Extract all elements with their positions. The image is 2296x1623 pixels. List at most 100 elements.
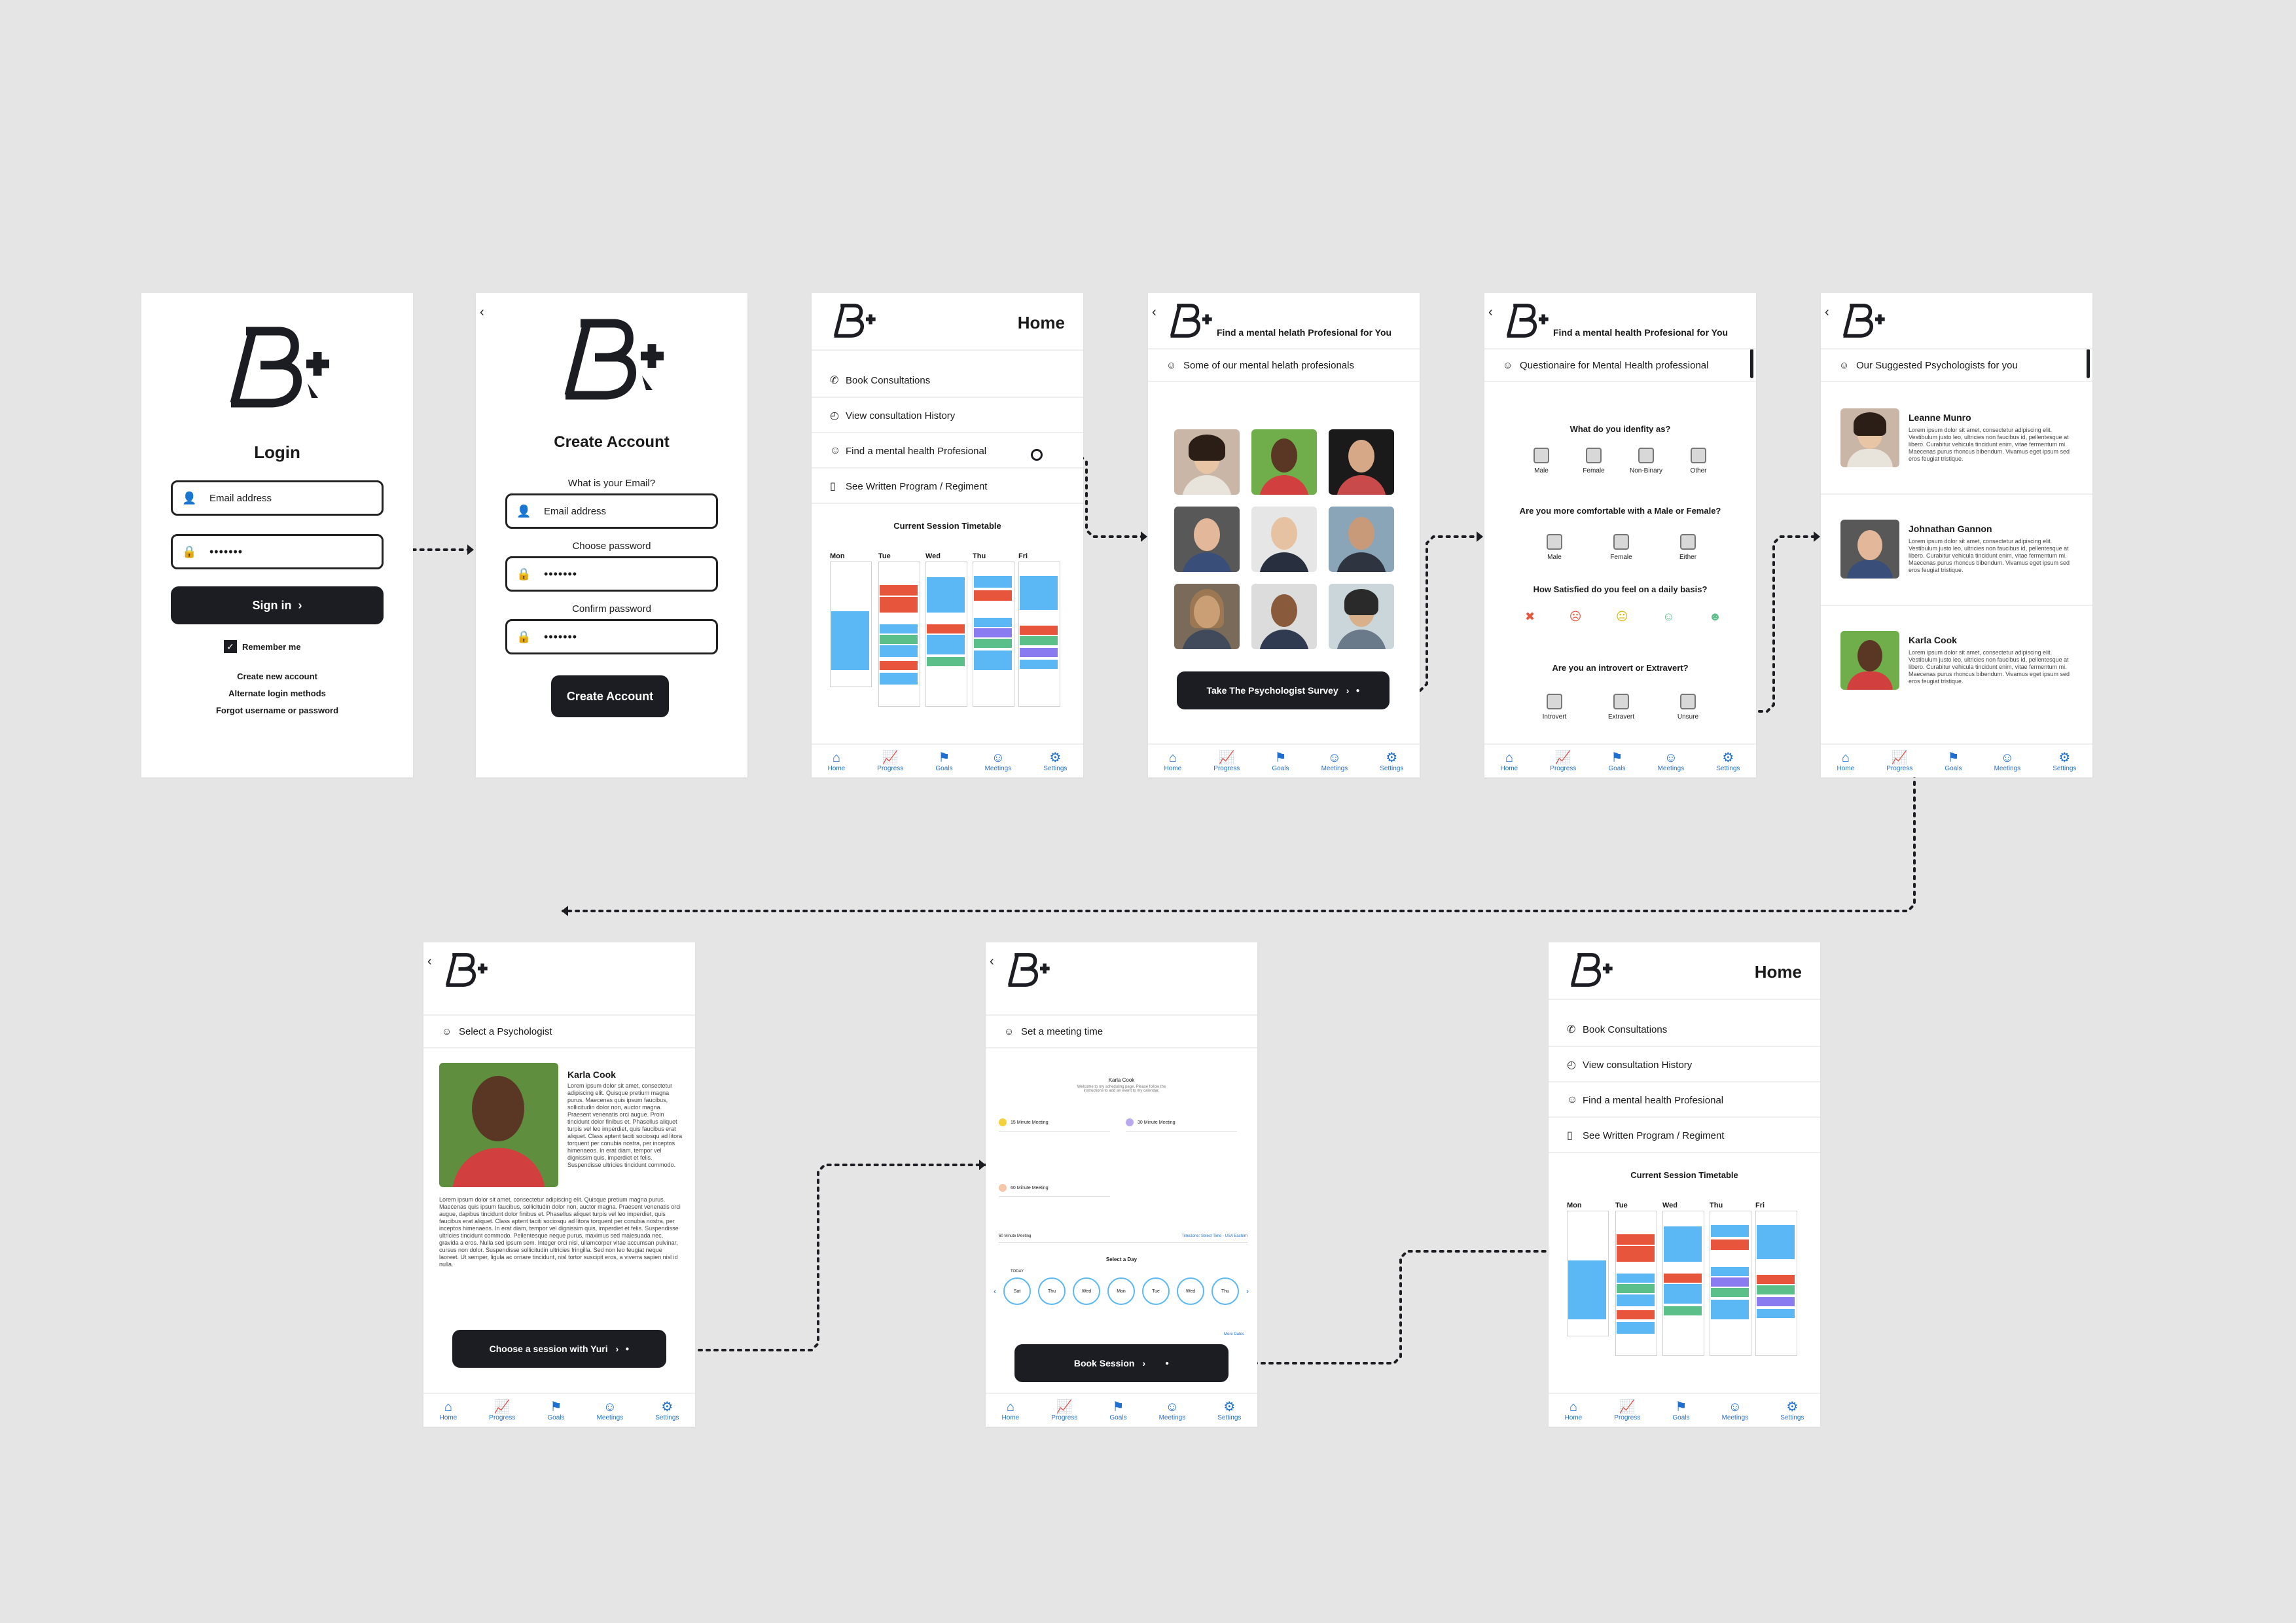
tab-home[interactable]: ⌂ Home: [1501, 751, 1518, 772]
tab-settings[interactable]: ⚙ Settings: [1380, 751, 1403, 772]
tab-goals[interactable]: ⚑ Goals: [1945, 751, 1962, 772]
more-dates-link[interactable]: More Dates: [1224, 1332, 1244, 1336]
day-chip[interactable]: Mon: [1107, 1277, 1135, 1305]
menu-written-program[interactable]: ▯ See Written Program / Regiment: [1549, 1119, 1820, 1153]
tab-settings[interactable]: ⚙ Settings: [1217, 1400, 1241, 1421]
tab-meetings[interactable]: ☺ Meetings: [985, 751, 1012, 772]
tab-home[interactable]: ⌂ Home: [1837, 751, 1855, 772]
tab-settings[interactable]: ⚙ Settings: [1043, 751, 1067, 772]
password-field[interactable]: 🔒 •••••••: [171, 534, 384, 569]
tab-settings[interactable]: ⚙ Settings: [2053, 751, 2076, 772]
menu-book-consultations[interactable]: ✆ Book Consultations: [812, 364, 1083, 398]
neutral-icon[interactable]: 😐: [1616, 610, 1628, 624]
remember-me[interactable]: ✓ Remember me: [224, 640, 301, 653]
meeting-option-15[interactable]: 15 Minute Meeting: [999, 1114, 1110, 1132]
menu-consultation-history[interactable]: ◴ View consultation History: [812, 399, 1083, 433]
tab-meetings[interactable]: ☺ Meetings: [1994, 751, 2021, 772]
book-session-button[interactable]: Book Session › ●: [1014, 1344, 1229, 1382]
back-icon[interactable]: ‹: [1825, 305, 1829, 320]
psychologist-photo[interactable]: [1251, 429, 1317, 495]
tab-settings[interactable]: ⚙ Settings: [1716, 751, 1740, 772]
psychologist-photo[interactable]: [1174, 507, 1240, 572]
tab-goals[interactable]: ⚑ Goals: [1608, 751, 1625, 772]
checkbox[interactable]: [1534, 448, 1549, 463]
menu-consultation-history[interactable]: ◴ View consultation History: [1549, 1048, 1820, 1082]
checkbox[interactable]: [1613, 694, 1629, 709]
tab-home[interactable]: ⌂ Home: [1565, 1400, 1583, 1421]
tab-settings[interactable]: ⚙ Settings: [1780, 1400, 1804, 1421]
day-chip[interactable]: Thu: [1038, 1277, 1066, 1305]
timezone-label[interactable]: Timezone: Select Time - USA Eastern: [1182, 1234, 1247, 1238]
tab-goals[interactable]: ⚑ Goals: [547, 1400, 564, 1421]
tab-progress[interactable]: 📈 Progress: [1213, 751, 1240, 772]
menu-find-professional[interactable]: ☺ Find a mental health Profesional: [812, 435, 1083, 469]
tab-progress[interactable]: 📈 Progress: [1051, 1400, 1077, 1421]
day-chip[interactable]: Sat: [1003, 1277, 1031, 1305]
tab-meetings[interactable]: ☺ Meetings: [1321, 751, 1348, 772]
back-icon[interactable]: ‹: [1488, 305, 1493, 320]
menu-book-consultations[interactable]: ✆ Book Consultations: [1549, 1013, 1820, 1047]
tab-meetings[interactable]: ☺ Meetings: [1159, 1400, 1186, 1421]
psychologist-photo[interactable]: [1329, 429, 1394, 495]
psychologist-card[interactable]: Karla Cook Lorem ipsum dolor sit amet, c…: [1821, 605, 2092, 716]
back-icon[interactable]: ‹: [480, 305, 484, 320]
tab-progress[interactable]: 📈 Progress: [877, 751, 903, 772]
tab-goals[interactable]: ⚑ Goals: [1672, 1400, 1689, 1421]
checkbox[interactable]: [1586, 448, 1602, 463]
alternate-login-link[interactable]: Alternate login methods: [141, 688, 413, 698]
tab-home[interactable]: ⌂ Home: [828, 751, 846, 772]
psychologist-card[interactable]: Johnathan Gannon Lorem ipsum dolor sit a…: [1821, 493, 2092, 606]
tab-progress[interactable]: 📈 Progress: [1886, 751, 1912, 772]
create-account-button[interactable]: Create Account: [551, 675, 669, 717]
tab-meetings[interactable]: ☺ Meetings: [597, 1400, 624, 1421]
psychologist-card[interactable]: Leanne Munro Lorem ipsum dolor sit amet,…: [1821, 382, 2092, 495]
tab-progress[interactable]: 📈 Progress: [1550, 751, 1576, 772]
sign-in-button[interactable]: Sign in ›: [171, 586, 384, 624]
checkbox[interactable]: [1547, 534, 1562, 550]
checkbox[interactable]: [1680, 694, 1696, 709]
unhappy-icon[interactable]: ☹: [1570, 610, 1582, 624]
day-chip[interactable]: Tue: [1142, 1277, 1170, 1305]
next-arrow-icon[interactable]: ›: [1246, 1287, 1249, 1296]
back-icon[interactable]: ‹: [1152, 305, 1157, 320]
back-icon[interactable]: ‹: [427, 954, 432, 969]
tab-home[interactable]: ⌂ Home: [1164, 751, 1182, 772]
day-chip[interactable]: Thu: [1211, 1277, 1239, 1305]
tab-progress[interactable]: 📈 Progress: [489, 1400, 515, 1421]
tab-goals[interactable]: ⚑ Goals: [935, 751, 952, 772]
tab-meetings[interactable]: ☺ Meetings: [1658, 751, 1685, 772]
very-happy-icon[interactable]: ☻: [1709, 610, 1721, 624]
tab-progress[interactable]: 📈 Progress: [1614, 1400, 1640, 1421]
checkbox[interactable]: [1613, 534, 1629, 550]
menu-find-professional[interactable]: ☺ Find a mental health Profesional: [1549, 1084, 1820, 1118]
psychologist-photo[interactable]: [1251, 507, 1317, 572]
tab-home[interactable]: ⌂ Home: [1002, 1400, 1020, 1421]
psychologist-photo[interactable]: [1174, 584, 1240, 649]
checkbox[interactable]: [1691, 448, 1706, 463]
checkbox[interactable]: [1547, 694, 1562, 709]
email-field[interactable]: 👤 Email address: [171, 480, 384, 516]
checkbox[interactable]: [1638, 448, 1654, 463]
checkbox-checked-icon[interactable]: ✓: [224, 640, 237, 653]
psychologist-photo[interactable]: [1251, 584, 1317, 649]
tab-home[interactable]: ⌂ Home: [440, 1400, 457, 1421]
password-field[interactable]: 🔒 •••••••: [505, 556, 718, 592]
day-chip[interactable]: Wed: [1073, 1277, 1100, 1305]
choose-session-button[interactable]: Choose a session with Yuri › ●: [452, 1330, 666, 1368]
tab-meetings[interactable]: ☺ Meetings: [1722, 1400, 1749, 1421]
email-field[interactable]: 👤 Email address: [505, 493, 718, 529]
confirm-password-field[interactable]: 🔒 •••••••: [505, 619, 718, 654]
tab-goals[interactable]: ⚑ Goals: [1272, 751, 1289, 772]
tab-settings[interactable]: ⚙ Settings: [655, 1400, 679, 1421]
menu-written-program[interactable]: ▯ See Written Program / Regiment: [812, 470, 1083, 504]
tab-goals[interactable]: ⚑ Goals: [1109, 1400, 1126, 1421]
psychologist-photo[interactable]: [1329, 584, 1394, 649]
satisfaction-scale[interactable]: ✖ ☹ 😐 ☺ ☻: [1525, 610, 1721, 624]
psychologist-photo[interactable]: [1329, 507, 1394, 572]
checkbox[interactable]: [1680, 534, 1696, 550]
create-account-link[interactable]: Create new account: [141, 671, 413, 681]
psychologist-photo[interactable]: [1174, 429, 1240, 495]
forgot-link[interactable]: Forgot username or password: [141, 705, 413, 715]
very-unhappy-icon[interactable]: ✖: [1525, 610, 1535, 624]
happy-icon[interactable]: ☺: [1662, 610, 1674, 624]
